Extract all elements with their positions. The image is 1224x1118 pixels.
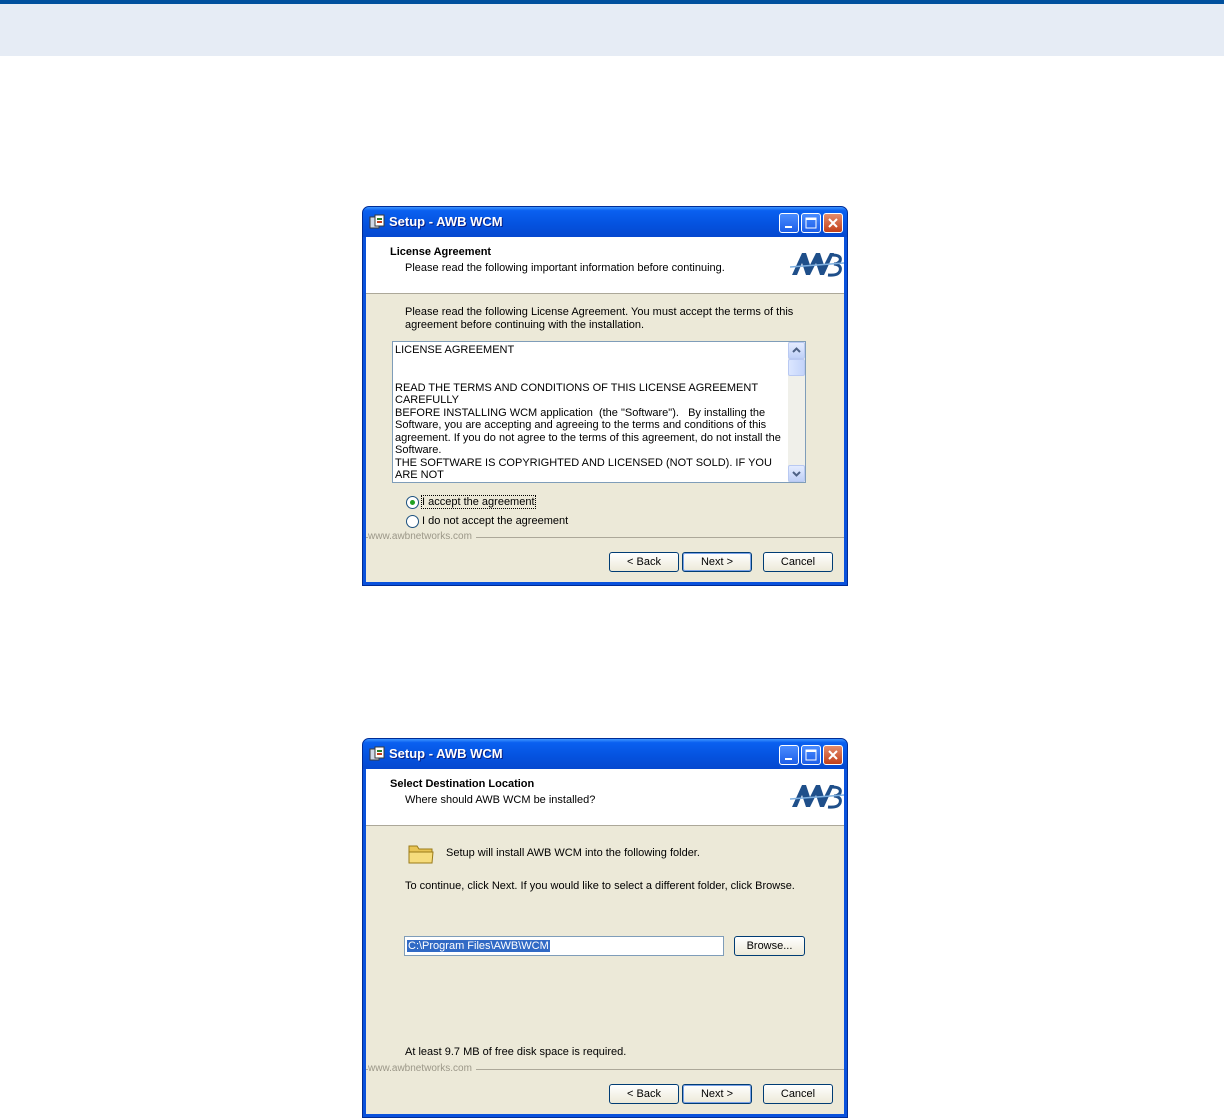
disk-space-text: At least 9.7 MB of free disk space is re… — [405, 1046, 627, 1058]
minimize-button[interactable] — [779, 745, 799, 765]
license-text-box[interactable]: LICENSE AGREEMENT READ THE TERMS AND CON… — [392, 341, 806, 483]
close-button[interactable] — [823, 213, 843, 233]
cancel-button[interactable]: Cancel — [763, 1084, 833, 1104]
close-icon — [828, 218, 838, 228]
setup-app-icon — [369, 746, 385, 761]
awb-logo-icon — [790, 253, 844, 277]
page-subtitle: Please read the following important info… — [405, 262, 725, 274]
license-scrollbar[interactable] — [788, 342, 805, 482]
install-path-input[interactable]: C:\Program Files\AWB\WCM — [404, 936, 724, 956]
footer-website-text: www.awbnetworks.com — [368, 531, 476, 542]
scroll-up-button[interactable] — [788, 342, 805, 359]
footer-website-text: www.awbnetworks.com — [368, 1063, 476, 1074]
minimize-button[interactable] — [779, 213, 799, 233]
intro-text-line1: Please read the following License Agreem… — [405, 306, 794, 318]
maximize-button[interactable] — [801, 213, 821, 233]
accept-radio-label[interactable]: I accept the agreement — [421, 495, 536, 509]
install-path-value: C:\Program Files\AWB\WCM — [407, 940, 550, 952]
window-title: Setup - AWB WCM — [389, 214, 503, 229]
folder-info-text: Setup will install AWB WCM into the foll… — [446, 847, 700, 859]
window-title: Setup - AWB WCM — [389, 746, 503, 761]
wizard-header: License Agreement Please read the follow… — [366, 237, 844, 294]
setup-app-icon — [369, 214, 385, 229]
minimize-icon — [785, 226, 792, 228]
folder-icon — [408, 845, 434, 864]
scroll-down-button[interactable] — [788, 465, 805, 482]
chevron-down-icon — [792, 471, 801, 477]
page-title: Select Destination Location — [390, 778, 535, 790]
back-button[interactable]: < Back — [609, 1084, 679, 1104]
maximize-icon — [805, 217, 817, 229]
next-button[interactable]: Next > — [682, 1084, 752, 1104]
page-header-band — [0, 0, 1224, 56]
close-icon — [828, 750, 838, 760]
license-text: LICENSE AGREEMENT READ THE TERMS AND CON… — [395, 344, 781, 480]
minimize-icon — [785, 758, 792, 760]
cancel-button[interactable]: Cancel — [763, 552, 833, 572]
setup-window-license: Setup - AWB WCM License Agreement Please… — [362, 206, 848, 586]
wizard-header: Select Destination Location Where should… — [366, 769, 844, 826]
awb-logo-icon — [790, 785, 844, 809]
decline-radio-label[interactable]: I do not accept the agreement — [422, 515, 568, 527]
decline-radio[interactable] — [406, 515, 419, 528]
page-title: License Agreement — [390, 246, 492, 258]
page-subtitle: Where should AWB WCM be installed? — [405, 794, 596, 806]
dialog-client-area: Select Destination Location Where should… — [366, 769, 844, 1114]
maximize-button[interactable] — [801, 745, 821, 765]
next-button[interactable]: Next > — [682, 552, 752, 572]
accept-radio[interactable] — [406, 496, 419, 509]
title-bar[interactable]: Setup - AWB WCM — [363, 207, 847, 237]
browse-button[interactable]: Browse... — [734, 936, 805, 956]
title-bar[interactable]: Setup - AWB WCM — [363, 739, 847, 769]
close-button[interactable] — [823, 745, 843, 765]
continue-instructions: To continue, click Next. If you would li… — [405, 880, 795, 892]
chevron-up-icon — [792, 347, 801, 353]
scroll-thumb[interactable] — [788, 359, 805, 376]
maximize-icon — [805, 749, 817, 761]
setup-window-destination: Setup - AWB WCM Select Destination Locat… — [362, 738, 848, 1118]
intro-text-line2: agreement before continuing with the ins… — [405, 319, 645, 331]
back-button[interactable]: < Back — [609, 552, 679, 572]
dialog-client-area: License Agreement Please read the follow… — [366, 237, 844, 582]
